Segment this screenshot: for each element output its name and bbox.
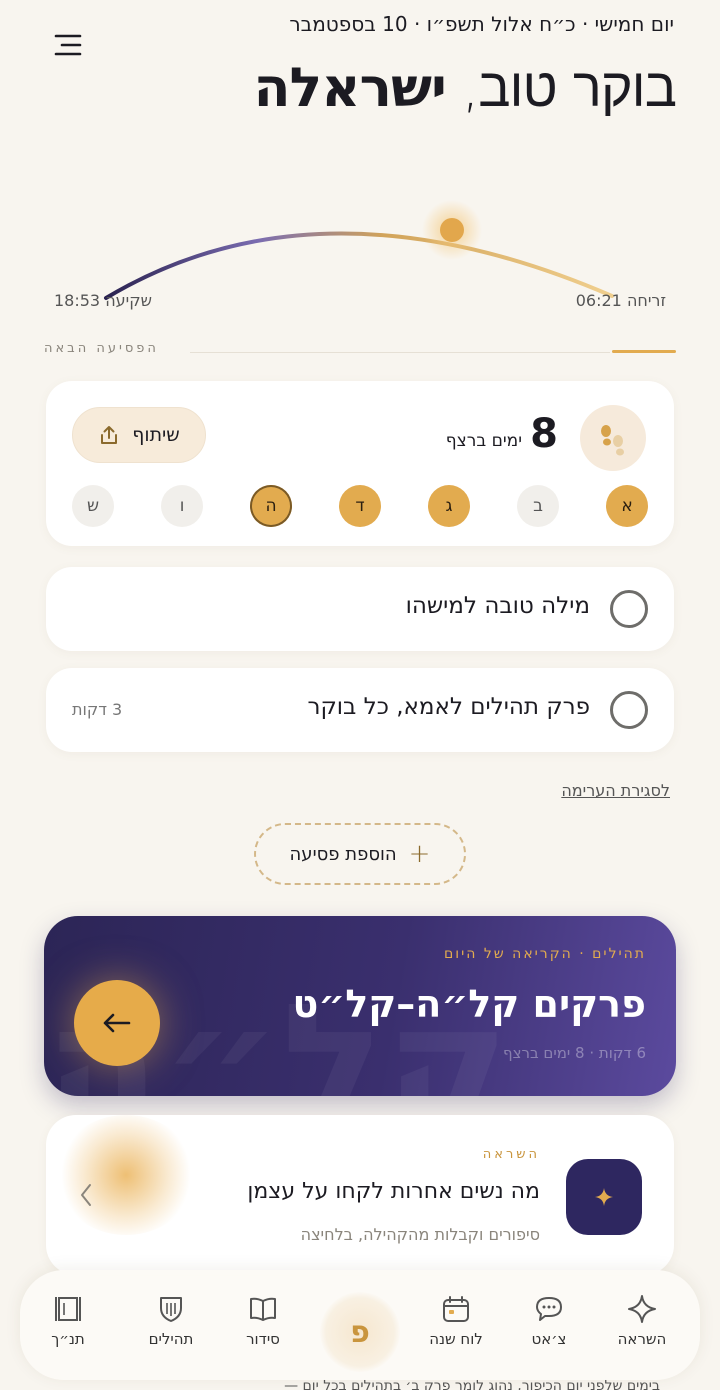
task-item[interactable]: פרק תהילים לאמא, כל בוקר 3 דקות: [46, 668, 674, 752]
sun-icon: [440, 218, 464, 242]
weekday-row: א ב ג ד ה ו ש: [72, 485, 648, 527]
center-home-button[interactable]: פ: [320, 1292, 400, 1372]
arrow-left-icon: [103, 1013, 131, 1033]
share-label: שיתוף: [132, 424, 180, 446]
sparkle-icon: [628, 1295, 656, 1323]
weekday-circle: ש: [72, 485, 114, 527]
inspiration-kicker: השראה: [482, 1147, 540, 1162]
weekday-circle: ד: [339, 485, 381, 527]
plus-icon: +: [408, 839, 431, 869]
inspiration-title: מה נשים אחרות לקחו על עצמן: [247, 1179, 540, 1204]
inspiration-subtitle: סיפורים וקבלות מהקהילה, בלחיצה: [300, 1225, 540, 1244]
task-checkbox[interactable]: [610, 590, 648, 628]
task-title: פרק תהילים לאמא, כל בוקר: [307, 694, 590, 720]
sparkle-badge: [566, 1159, 642, 1235]
share-button[interactable]: שיתוף: [72, 407, 206, 463]
tab-label: תנ״ך: [51, 1330, 85, 1348]
reading-go-button[interactable]: [74, 980, 160, 1066]
weekday-circle: ב: [517, 485, 559, 527]
weekday-circle: ג: [428, 485, 470, 527]
task-checkbox[interactable]: [610, 691, 648, 729]
book-icon: [250, 1297, 276, 1321]
reading-kicker: תהילים · הקריאה של היום: [444, 946, 646, 962]
streak-card: 8 ימים ברצף שיתוף א ב ג ד ה ו ש: [46, 381, 674, 546]
inspiration-glow: [56, 1115, 196, 1235]
streak-label: ימים ברצף: [445, 431, 522, 451]
daily-reading-card[interactable]: קל״ה תהילים · הקריאה של היום פרקים קל״ה–…: [44, 916, 676, 1096]
chat-icon: [536, 1297, 562, 1321]
sunset-label: שקיעה 18:53: [54, 291, 152, 310]
share-icon: [101, 426, 118, 444]
tab-label: צ׳אט: [531, 1330, 567, 1348]
section-accent: [612, 350, 676, 353]
tab-tanakh[interactable]: תנ״ך: [28, 1294, 108, 1364]
tab-label: לוח שנה: [429, 1330, 483, 1348]
tab-tehillim[interactable]: תהילים: [131, 1294, 211, 1364]
greeting-heading: בוקר טוב, ישראלה: [253, 56, 677, 119]
next-step-section-header: הפסיעה הבאה: [44, 341, 676, 363]
section-title: הפסיעה הבאה: [44, 341, 159, 356]
tab-inspiration[interactable]: השראה: [602, 1294, 682, 1364]
tab-chat[interactable]: צ׳אט: [509, 1294, 589, 1364]
reading-meta: 6 דקות · 8 ימים ברצף: [503, 1044, 646, 1062]
sunrise-label: זריחה 06:21: [575, 291, 666, 310]
sun-arc-path: [104, 231, 614, 300]
tab-siddur[interactable]: סידור: [223, 1294, 303, 1364]
chevron-left-icon: [81, 1184, 91, 1206]
weekday-circle: א: [606, 485, 648, 527]
scroll-icon: [55, 1297, 81, 1321]
tab-label: תהילים: [148, 1330, 194, 1348]
section-divider: [190, 352, 610, 353]
weekday-circle: ו: [161, 485, 203, 527]
add-step-label: הוספת פסיעה: [289, 843, 397, 865]
user-name: ישראלה: [253, 56, 446, 119]
inspiration-card[interactable]: השראה מה נשים אחרות לקחו על עצמן סיפורים…: [46, 1115, 674, 1275]
center-logo-glyph: פ: [350, 1314, 370, 1350]
add-step-button[interactable]: + הוספת פסיעה: [254, 823, 466, 885]
reading-title: פרקים קל״ה–קל״ט: [292, 982, 646, 1026]
task-title: מילה טובה למישהו: [405, 593, 590, 619]
greeting-text: בוקר טוב,: [462, 56, 677, 119]
bottom-tab-bar: תנ״ך תהילים סידור פ לוח שנה צ׳אט השראה: [20, 1270, 700, 1380]
streak-count: 8: [530, 411, 558, 457]
tab-label: סידור: [246, 1330, 280, 1348]
tab-calendar[interactable]: לוח שנה: [416, 1294, 496, 1364]
close-stack-link[interactable]: לסגירת הערימה: [561, 781, 670, 800]
weekday-circle: ה: [250, 485, 292, 527]
task-item[interactable]: מילה טובה למישהו: [46, 567, 674, 651]
tab-label: השראה: [617, 1330, 667, 1348]
task-duration: 3 דקות: [72, 700, 123, 719]
calendar-icon: [443, 1296, 469, 1322]
footsteps-icon: [580, 405, 646, 471]
sparkle-icon: [595, 1188, 613, 1206]
shield-icon: [160, 1297, 182, 1322]
date-line: יום חמישי · כ״ח אלול תשפ״ו · 10 בספטמבר: [289, 12, 674, 36]
menu-icon[interactable]: [52, 30, 84, 60]
